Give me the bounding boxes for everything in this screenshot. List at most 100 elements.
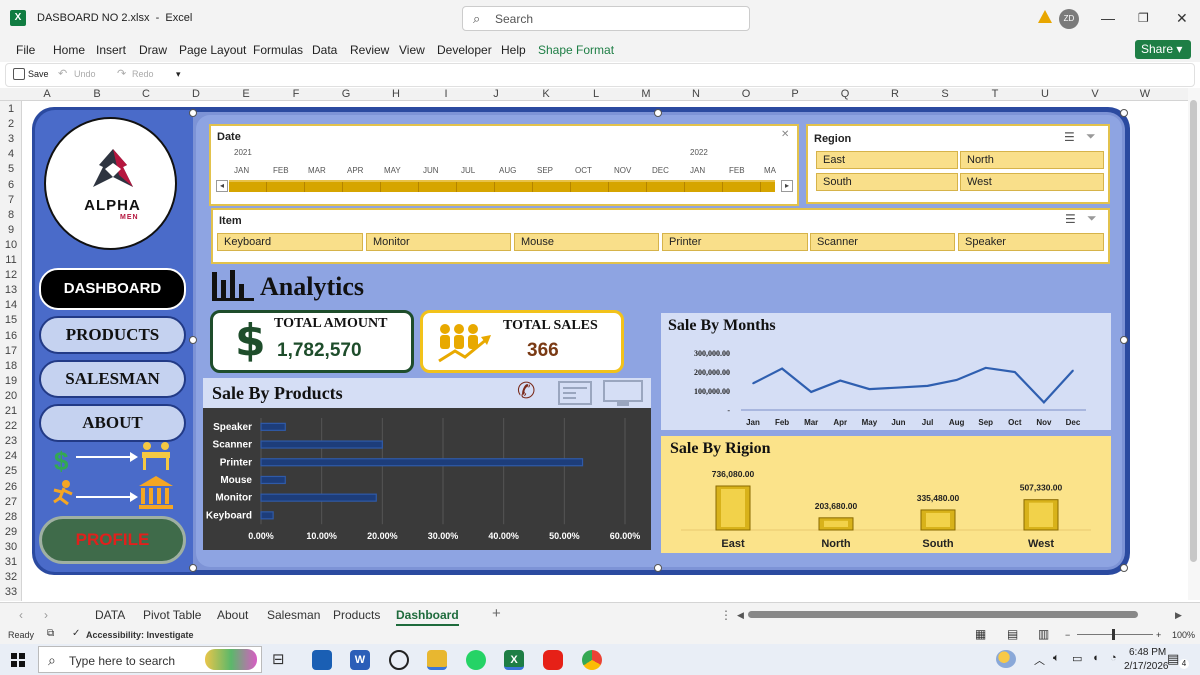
row-header-cell[interactable]: 12 bbox=[0, 269, 22, 281]
menu-data[interactable]: Data bbox=[312, 43, 337, 57]
timeline-month[interactable]: FEB bbox=[729, 166, 745, 175]
region-chip[interactable]: South bbox=[816, 173, 958, 191]
menu-home[interactable]: Home bbox=[53, 43, 85, 57]
row-header-cell[interactable]: 19 bbox=[0, 375, 22, 387]
timeline-selection-bar[interactable] bbox=[229, 180, 775, 192]
timeline-month[interactable]: MAR bbox=[308, 166, 326, 175]
accessibility-status[interactable]: Accessibility: Investigate bbox=[86, 630, 194, 640]
windows-start-icon[interactable] bbox=[11, 653, 25, 667]
menu-insert[interactable]: Insert bbox=[96, 43, 126, 57]
search-input[interactable]: ⌕ Search bbox=[462, 6, 750, 31]
timeline-month[interactable]: JAN bbox=[234, 166, 249, 175]
timeline-month[interactable]: JUN bbox=[423, 166, 439, 175]
excel-taskbar-icon[interactable]: X bbox=[504, 650, 524, 670]
about-button[interactable]: ABOUT bbox=[39, 404, 186, 442]
tab-pivot-table[interactable]: Pivot Table bbox=[143, 608, 201, 622]
scroll-left-icon[interactable]: ◀ bbox=[737, 610, 744, 621]
clear-filter-icon[interactable]: ✕ bbox=[781, 129, 789, 140]
warning-icon[interactable] bbox=[1038, 10, 1052, 23]
column-header-cell[interactable]: F bbox=[271, 88, 321, 101]
column-header-cell[interactable]: T bbox=[970, 88, 1020, 101]
tab-data[interactable]: DATA bbox=[95, 608, 125, 622]
whatsapp-icon[interactable] bbox=[466, 650, 486, 670]
row-header-cell[interactable]: 26 bbox=[0, 481, 22, 493]
column-header-cell[interactable]: K bbox=[521, 88, 571, 101]
battery-icon[interactable]: ▭ bbox=[1072, 652, 1082, 665]
timeline-month[interactable]: DEC bbox=[652, 166, 669, 175]
macro-icon[interactable]: ⧉ bbox=[47, 628, 54, 639]
row-header-cell[interactable]: 16 bbox=[0, 330, 22, 342]
row-header-cell[interactable]: 24 bbox=[0, 450, 22, 462]
store-icon[interactable] bbox=[312, 650, 332, 670]
multi-select-icon[interactable]: ☰ bbox=[1065, 212, 1076, 226]
notifications-icon[interactable]: ▤ bbox=[1167, 651, 1179, 667]
row-header-cell[interactable]: 17 bbox=[0, 345, 22, 357]
row-header-cell[interactable]: 7 bbox=[0, 194, 22, 206]
row-header-cell[interactable]: 11 bbox=[0, 254, 22, 266]
timeline-month[interactable]: SEP bbox=[537, 166, 553, 175]
menu-developer[interactable]: Developer bbox=[437, 43, 492, 57]
chrome-icon[interactable] bbox=[582, 650, 602, 670]
item-chip[interactable]: Keyboard bbox=[217, 233, 363, 251]
column-header-cell[interactable]: U bbox=[1020, 88, 1070, 101]
menu-shape-format[interactable]: Shape Format bbox=[538, 43, 614, 57]
tab-dashboard[interactable]: Dashboard bbox=[396, 608, 459, 626]
file-explorer-icon[interactable] bbox=[427, 650, 447, 670]
region-slicer[interactable]: Region ☰ ⏷ East North South West bbox=[806, 124, 1110, 204]
date-timeline-slicer[interactable]: Date ✕ 2021 2022 JAN FEB MAR APR MAY JUN… bbox=[209, 124, 799, 206]
row-header-cell[interactable]: 4 bbox=[0, 148, 22, 160]
item-chip[interactable]: Speaker bbox=[958, 233, 1104, 251]
vertical-scroll-thumb[interactable] bbox=[1190, 100, 1197, 562]
timeline-month[interactable]: AUG bbox=[499, 166, 516, 175]
row-header-cell[interactable]: 6 bbox=[0, 179, 22, 191]
row-header-cell[interactable]: 27 bbox=[0, 496, 22, 508]
minimize-icon[interactable]: — bbox=[1101, 10, 1115, 26]
row-header-cell[interactable]: 1 bbox=[0, 103, 22, 115]
menu-formulas[interactable]: Formulas bbox=[253, 43, 303, 57]
menu-view[interactable]: View bbox=[399, 43, 425, 57]
row-header-cell[interactable]: 5 bbox=[0, 163, 22, 175]
scroll-right-icon[interactable]: ▶ bbox=[1175, 610, 1182, 621]
horizontal-scroll-thumb[interactable] bbox=[748, 611, 1138, 618]
salesman-button[interactable]: SALESMAN bbox=[39, 360, 186, 398]
column-header-cell[interactable]: I bbox=[421, 88, 471, 101]
column-header-cell[interactable]: L bbox=[571, 88, 621, 101]
row-header-cell[interactable]: 22 bbox=[0, 420, 22, 432]
row-header-cell[interactable]: 2 bbox=[0, 118, 22, 130]
item-chip[interactable]: Printer bbox=[662, 233, 808, 251]
column-header-cell[interactable]: J bbox=[471, 88, 521, 101]
item-chip[interactable]: Monitor bbox=[366, 233, 511, 251]
customize-qat-icon[interactable]: ▾ bbox=[176, 69, 181, 80]
menu-draw[interactable]: Draw bbox=[139, 43, 167, 57]
avatar[interactable]: ZD bbox=[1059, 9, 1079, 29]
timeline-month[interactable]: APR bbox=[347, 166, 363, 175]
show-hidden-icons[interactable]: ︿ bbox=[1034, 652, 1045, 668]
row-header-cell[interactable]: 29 bbox=[0, 526, 22, 538]
zoom-in-icon[interactable]: + bbox=[1156, 630, 1161, 640]
column-header-cell[interactable]: N bbox=[671, 88, 721, 101]
task-view-icon[interactable]: ⊟ bbox=[272, 650, 285, 668]
add-sheet-icon[interactable]: + bbox=[492, 605, 501, 622]
clock-date[interactable]: 2/17/2026 bbox=[1124, 661, 1169, 672]
word-icon[interactable]: W bbox=[350, 650, 370, 670]
multi-select-icon[interactable]: ☰ bbox=[1064, 130, 1075, 144]
row-header-cell[interactable]: 8 bbox=[0, 209, 22, 221]
share-button[interactable]: Share ▾ bbox=[1135, 40, 1191, 59]
region-chip[interactable]: East bbox=[816, 151, 958, 169]
zoom-level[interactable]: 100% bbox=[1172, 630, 1195, 640]
column-header-cell[interactable]: G bbox=[321, 88, 371, 101]
timeline-scroll-right[interactable]: ▸ bbox=[781, 180, 793, 192]
column-header-cell[interactable]: Q bbox=[820, 88, 870, 101]
menu-page-layout[interactable]: Page Layout bbox=[179, 43, 246, 57]
column-header-cell[interactable]: E bbox=[221, 88, 271, 101]
column-header-cell[interactable]: H bbox=[371, 88, 421, 101]
clock-time[interactable]: 6:48 PM bbox=[1129, 647, 1166, 658]
maximize-icon[interactable]: ❐ bbox=[1138, 11, 1149, 25]
products-button[interactable]: PRODUCTS bbox=[39, 316, 186, 354]
column-header-cell[interactable]: O bbox=[721, 88, 771, 101]
timeline-month[interactable]: JAN bbox=[690, 166, 705, 175]
column-header-cell[interactable]: D bbox=[171, 88, 221, 101]
row-header-cell[interactable]: 3 bbox=[0, 133, 22, 145]
row-header-cell[interactable]: 21 bbox=[0, 405, 22, 417]
column-header-cell[interactable]: M bbox=[621, 88, 671, 101]
